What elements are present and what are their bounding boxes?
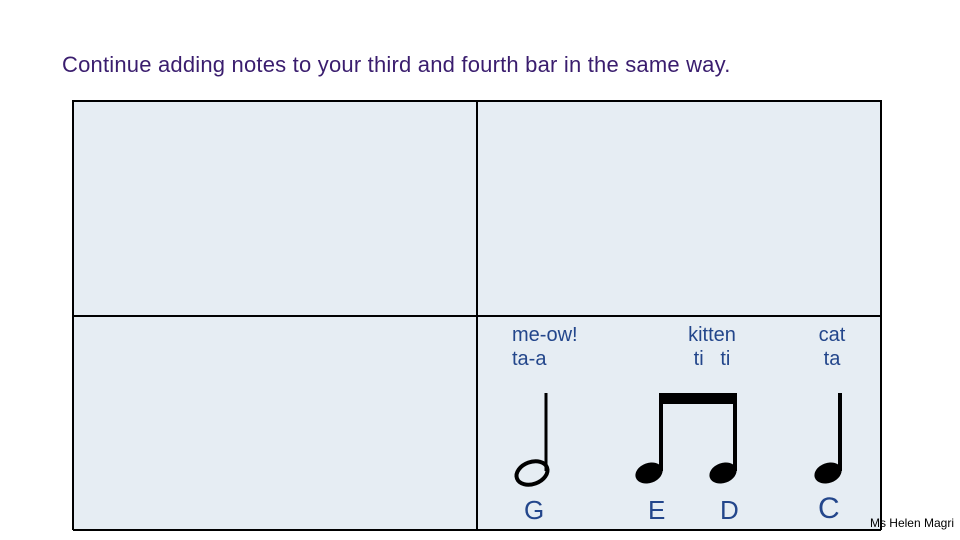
letter-g: G <box>524 495 544 526</box>
beat-2-word: kitten <box>688 323 736 347</box>
bar-1-cell <box>73 101 477 316</box>
bar-3-cell <box>73 316 477 531</box>
quarter-note-icon <box>810 389 850 489</box>
bars-grid: me-ow! ta-a kitten ti ti cat ta <box>72 100 882 530</box>
beat-3-word: cat <box>819 323 846 347</box>
beat-2-rhythm: ti ti <box>694 347 731 371</box>
letter-e: E <box>648 495 665 526</box>
beat-1-rhythm: ta-a <box>512 347 546 371</box>
half-note-icon <box>508 389 558 489</box>
letter-c: C <box>818 492 840 526</box>
beat-1-word: me-ow! <box>512 323 578 347</box>
beat-1-labels: me-ow! ta-a <box>512 323 642 371</box>
bar4-letters-row: G E D C <box>478 496 880 526</box>
bar-2-cell <box>477 101 881 316</box>
beat-3-rhythm: ta <box>824 347 841 371</box>
instruction-text: Continue adding notes to your third and … <box>62 52 731 78</box>
beat-2-labels: kitten ti ti <box>652 323 772 371</box>
beamed-eighth-notes-icon <box>633 389 743 489</box>
bar4-labels-row: me-ow! ta-a kitten ti ti cat ta <box>478 323 880 371</box>
letter-d: D <box>720 495 739 526</box>
author-credit: Ms Helen Magri <box>870 516 954 530</box>
bar4-note-area <box>478 389 880 489</box>
bar-4-cell: me-ow! ta-a kitten ti ti cat ta <box>477 316 881 531</box>
beat-3-labels: cat ta <box>792 323 872 371</box>
